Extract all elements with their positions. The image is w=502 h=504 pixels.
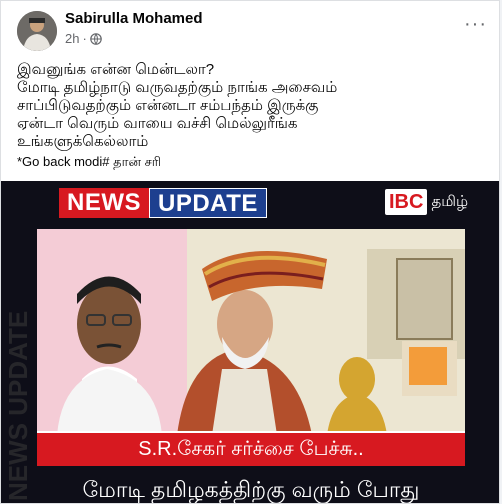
post-header: Sabirulla Mohamed 2h · ··· [1, 1, 499, 53]
update-label: UPDATE [149, 188, 267, 218]
news-subcaption: மோடி தமிழகத்திற்கு வரும் போது [82, 477, 420, 502]
hashtag-line: *Go back modi# தான் சரி [17, 154, 162, 169]
post-text-line: இவனுங்க என்ன மென்டலா? [17, 61, 215, 78]
post-text-line: ஏன்டா வெரும் வாயை வச்சி மெல்லுரீங்க [17, 115, 298, 132]
news-caption: S.R.சேகர் சர்ச்சை பேச்சு.. [37, 431, 465, 466]
channel-language: தமிழ் [431, 192, 469, 210]
post-meta: 2h · [65, 31, 102, 46]
post-text-line: உங்களுக்கெல்லாம் [17, 133, 149, 150]
more-options-icon[interactable]: ··· [464, 13, 487, 36]
meta-separator: · [82, 31, 87, 46]
side-watermark: NEWS UPDATE [3, 310, 33, 501]
news-label: NEWS [59, 188, 149, 218]
post-text-line: சாப்பிடுவதற்கும் என்னடா சம்பந்தம் இருக்க… [17, 97, 319, 114]
post-text: இவனுங்க என்ன மென்டலா? மோடி தமிழ்நாடு வரு… [17, 61, 487, 171]
post-image[interactable]: NEWS UPDATE NEWS UPDATE IBC தமிழ் S.R.சே… [1, 181, 499, 503]
channel-name: IBC [385, 189, 428, 215]
post-text-line: மோடி தமிழ்நாடு வருவதற்கும் நாங்க அசைவம் [17, 79, 338, 96]
channel-logo: IBC தமிழ் [385, 189, 468, 215]
author-name[interactable]: Sabirulla Mohamed [65, 10, 203, 27]
news-photo [37, 229, 465, 435]
globe-icon[interactable] [90, 32, 102, 45]
author-avatar[interactable] [17, 11, 57, 51]
news-update-banner: NEWS UPDATE [59, 188, 267, 218]
post-time[interactable]: 2h [65, 31, 79, 46]
facebook-post: Sabirulla Mohamed 2h · ··· இவனுங்க என்ன … [0, 0, 500, 504]
